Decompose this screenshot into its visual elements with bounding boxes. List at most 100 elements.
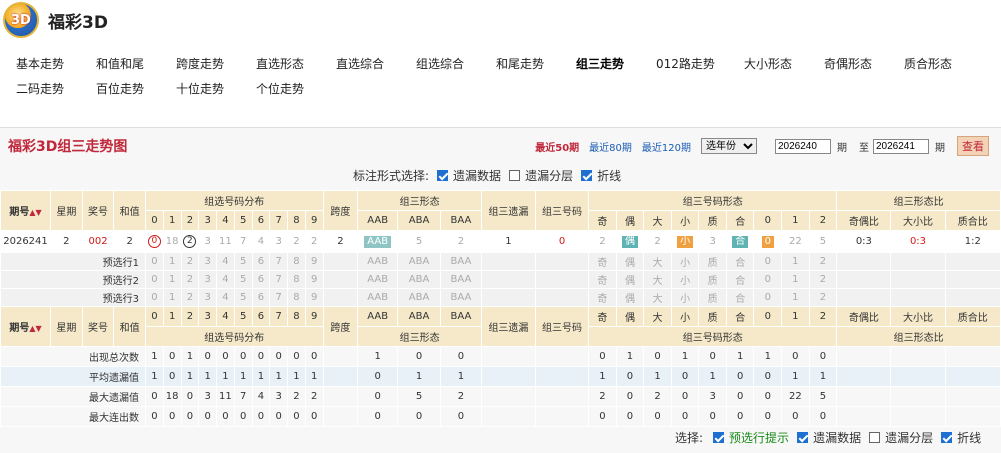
preselect-shape[interactable]: BAA bbox=[440, 252, 482, 271]
nav-link-row1-3[interactable]: 直选形态 bbox=[256, 55, 304, 72]
nav-link-row1-9[interactable]: 大小形态 bbox=[744, 55, 792, 72]
preselect-shape[interactable]: ABA bbox=[397, 252, 441, 271]
preselect-numshape[interactable]: 奇 bbox=[588, 288, 617, 307]
preselect-numshape[interactable]: 质 bbox=[698, 270, 727, 289]
preselect-numshape[interactable]: 0 bbox=[753, 270, 783, 289]
preselect-digit[interactable]: 2 bbox=[180, 252, 200, 271]
preselect-numshape[interactable]: 合 bbox=[725, 270, 755, 289]
preselect-digit[interactable]: 7 bbox=[269, 270, 288, 289]
nav-link-row1-10[interactable]: 奇偶形态 bbox=[824, 55, 872, 72]
preselect-numshape[interactable]: 偶 bbox=[615, 288, 645, 307]
preselect-digit[interactable]: 7 bbox=[269, 288, 288, 307]
preselect-digit[interactable]: 5 bbox=[233, 270, 253, 289]
preselect-numshape[interactable]: 大 bbox=[643, 252, 672, 271]
nav-link-row1-6[interactable]: 和尾走势 bbox=[496, 55, 544, 72]
preselect-numshape[interactable]: 小 bbox=[670, 270, 700, 289]
nav-link-row2-1[interactable]: 百位走势 bbox=[96, 80, 144, 97]
nav-link-row1-1[interactable]: 和值和尾 bbox=[96, 55, 144, 72]
preselect-numshape[interactable]: 奇 bbox=[588, 252, 617, 271]
nav-link-row1-7[interactable]: 组三走势 bbox=[576, 55, 624, 72]
preselect-digit[interactable]: 6 bbox=[251, 288, 271, 307]
preselect-digit[interactable]: 6 bbox=[251, 270, 271, 289]
nav-link-row2-3[interactable]: 个位走势 bbox=[256, 80, 304, 97]
nav-link-row1-0[interactable]: 基本走势 bbox=[16, 55, 64, 72]
preselect-digit[interactable]: 4 bbox=[216, 288, 235, 307]
preselect-digit[interactable]: 2 bbox=[180, 270, 200, 289]
nav-link-row2-0[interactable]: 二码走势 bbox=[16, 80, 64, 97]
preselect-shape[interactable]: BAA bbox=[440, 288, 482, 307]
preselect-numshape[interactable]: 1 bbox=[781, 288, 810, 307]
preselect-digit[interactable]: 5 bbox=[233, 252, 253, 271]
preselect-numshape[interactable]: 小 bbox=[670, 252, 700, 271]
nav-link-row1-2[interactable]: 跨度走势 bbox=[176, 55, 224, 72]
preselect-span[interactable] bbox=[322, 252, 359, 271]
preselect-numshape[interactable]: 2 bbox=[808, 252, 838, 271]
preselect-shape[interactable]: ABA bbox=[397, 288, 441, 307]
miss-layer-checkbox[interactable] bbox=[509, 170, 521, 181]
preselect-digit[interactable]: 1 bbox=[162, 270, 182, 289]
preselect-digit[interactable]: 9 bbox=[304, 252, 324, 271]
year-select[interactable]: 选年份 bbox=[701, 138, 757, 154]
preselect-digit[interactable]: 9 bbox=[304, 288, 324, 307]
preselect-digit[interactable]: 1 bbox=[162, 252, 182, 271]
preselect-numshape[interactable]: 合 bbox=[725, 288, 755, 307]
preselect-digit[interactable]: 5 bbox=[233, 288, 253, 307]
nav-link-row2-2[interactable]: 十位走势 bbox=[176, 80, 224, 97]
preselect-numshape[interactable]: 偶 bbox=[615, 270, 645, 289]
sort-icon[interactable]: ▲▼ bbox=[29, 324, 41, 333]
preselect-digit[interactable]: 3 bbox=[198, 288, 217, 307]
nav-link-row1-5[interactable]: 组选综合 bbox=[416, 55, 464, 72]
preselect-numshape[interactable]: 1 bbox=[781, 270, 810, 289]
preselect-shape[interactable]: ABA bbox=[397, 270, 441, 289]
footer-polyline-checkbox[interactable] bbox=[941, 432, 953, 443]
preselect-digit[interactable]: 0 bbox=[145, 252, 164, 271]
preselect-digit[interactable]: 7 bbox=[269, 252, 288, 271]
preselect-numshape[interactable]: 奇 bbox=[588, 270, 617, 289]
to-issue-input[interactable] bbox=[873, 138, 929, 154]
preselect-numshape[interactable]: 偶 bbox=[615, 252, 645, 271]
miss-data-checkbox[interactable] bbox=[437, 170, 449, 181]
search-button[interactable]: 查看 bbox=[957, 136, 989, 156]
last-50-link[interactable]: 最近50期 bbox=[535, 139, 579, 154]
preselect-digit[interactable]: 8 bbox=[287, 252, 306, 271]
preselect-digit[interactable]: 1 bbox=[162, 288, 182, 307]
preselect-numshape[interactable]: 1 bbox=[781, 252, 810, 271]
sort-icon[interactable]: ▲▼ bbox=[29, 208, 41, 217]
preselect-numshape[interactable]: 小 bbox=[670, 288, 700, 307]
preselect-numshape[interactable]: 0 bbox=[753, 288, 783, 307]
preselect-span[interactable] bbox=[322, 288, 359, 307]
footer-miss-layer-checkbox[interactable] bbox=[869, 432, 881, 443]
preselect-numshape[interactable]: 质 bbox=[698, 252, 727, 271]
preselect-numshape[interactable]: 合 bbox=[725, 252, 755, 271]
preselect-shape[interactable]: AAB bbox=[357, 270, 399, 289]
preselect-numshape[interactable]: 大 bbox=[643, 288, 672, 307]
last-120-link[interactable]: 最近120期 bbox=[642, 139, 691, 154]
preselect-shape[interactable]: AAB bbox=[357, 252, 399, 271]
preselect-numshape[interactable]: 0 bbox=[753, 252, 783, 271]
preselect-hint-checkbox[interactable] bbox=[713, 432, 725, 443]
preselect-digit[interactable]: 8 bbox=[287, 288, 306, 307]
nav-link-row1-8[interactable]: 012路走势 bbox=[656, 55, 715, 72]
preselect-span[interactable] bbox=[322, 270, 359, 289]
preselect-numshape[interactable]: 2 bbox=[808, 288, 838, 307]
polyline-checkbox[interactable] bbox=[581, 170, 593, 181]
nav-link-row1-4[interactable]: 直选综合 bbox=[336, 55, 384, 72]
nav-link-row1-11[interactable]: 质合形态 bbox=[904, 55, 952, 72]
preselect-shape[interactable]: BAA bbox=[440, 270, 482, 289]
preselect-digit[interactable]: 0 bbox=[145, 270, 164, 289]
preselect-numshape[interactable]: 2 bbox=[808, 270, 838, 289]
preselect-digit[interactable]: 2 bbox=[180, 288, 200, 307]
preselect-shape[interactable]: AAB bbox=[357, 288, 399, 307]
preselect-digit[interactable]: 3 bbox=[198, 270, 217, 289]
preselect-digit[interactable]: 3 bbox=[198, 252, 217, 271]
preselect-digit[interactable]: 9 bbox=[304, 270, 324, 289]
footer-miss-data-checkbox[interactable] bbox=[797, 432, 809, 443]
last-80-link[interactable]: 最近80期 bbox=[589, 139, 632, 154]
preselect-digit[interactable]: 4 bbox=[216, 270, 235, 289]
preselect-digit[interactable]: 8 bbox=[287, 270, 306, 289]
preselect-digit[interactable]: 0 bbox=[145, 288, 164, 307]
preselect-numshape[interactable]: 质 bbox=[698, 288, 727, 307]
preselect-digit[interactable]: 4 bbox=[216, 252, 235, 271]
from-issue-input[interactable] bbox=[775, 138, 831, 154]
preselect-numshape[interactable]: 大 bbox=[643, 270, 672, 289]
